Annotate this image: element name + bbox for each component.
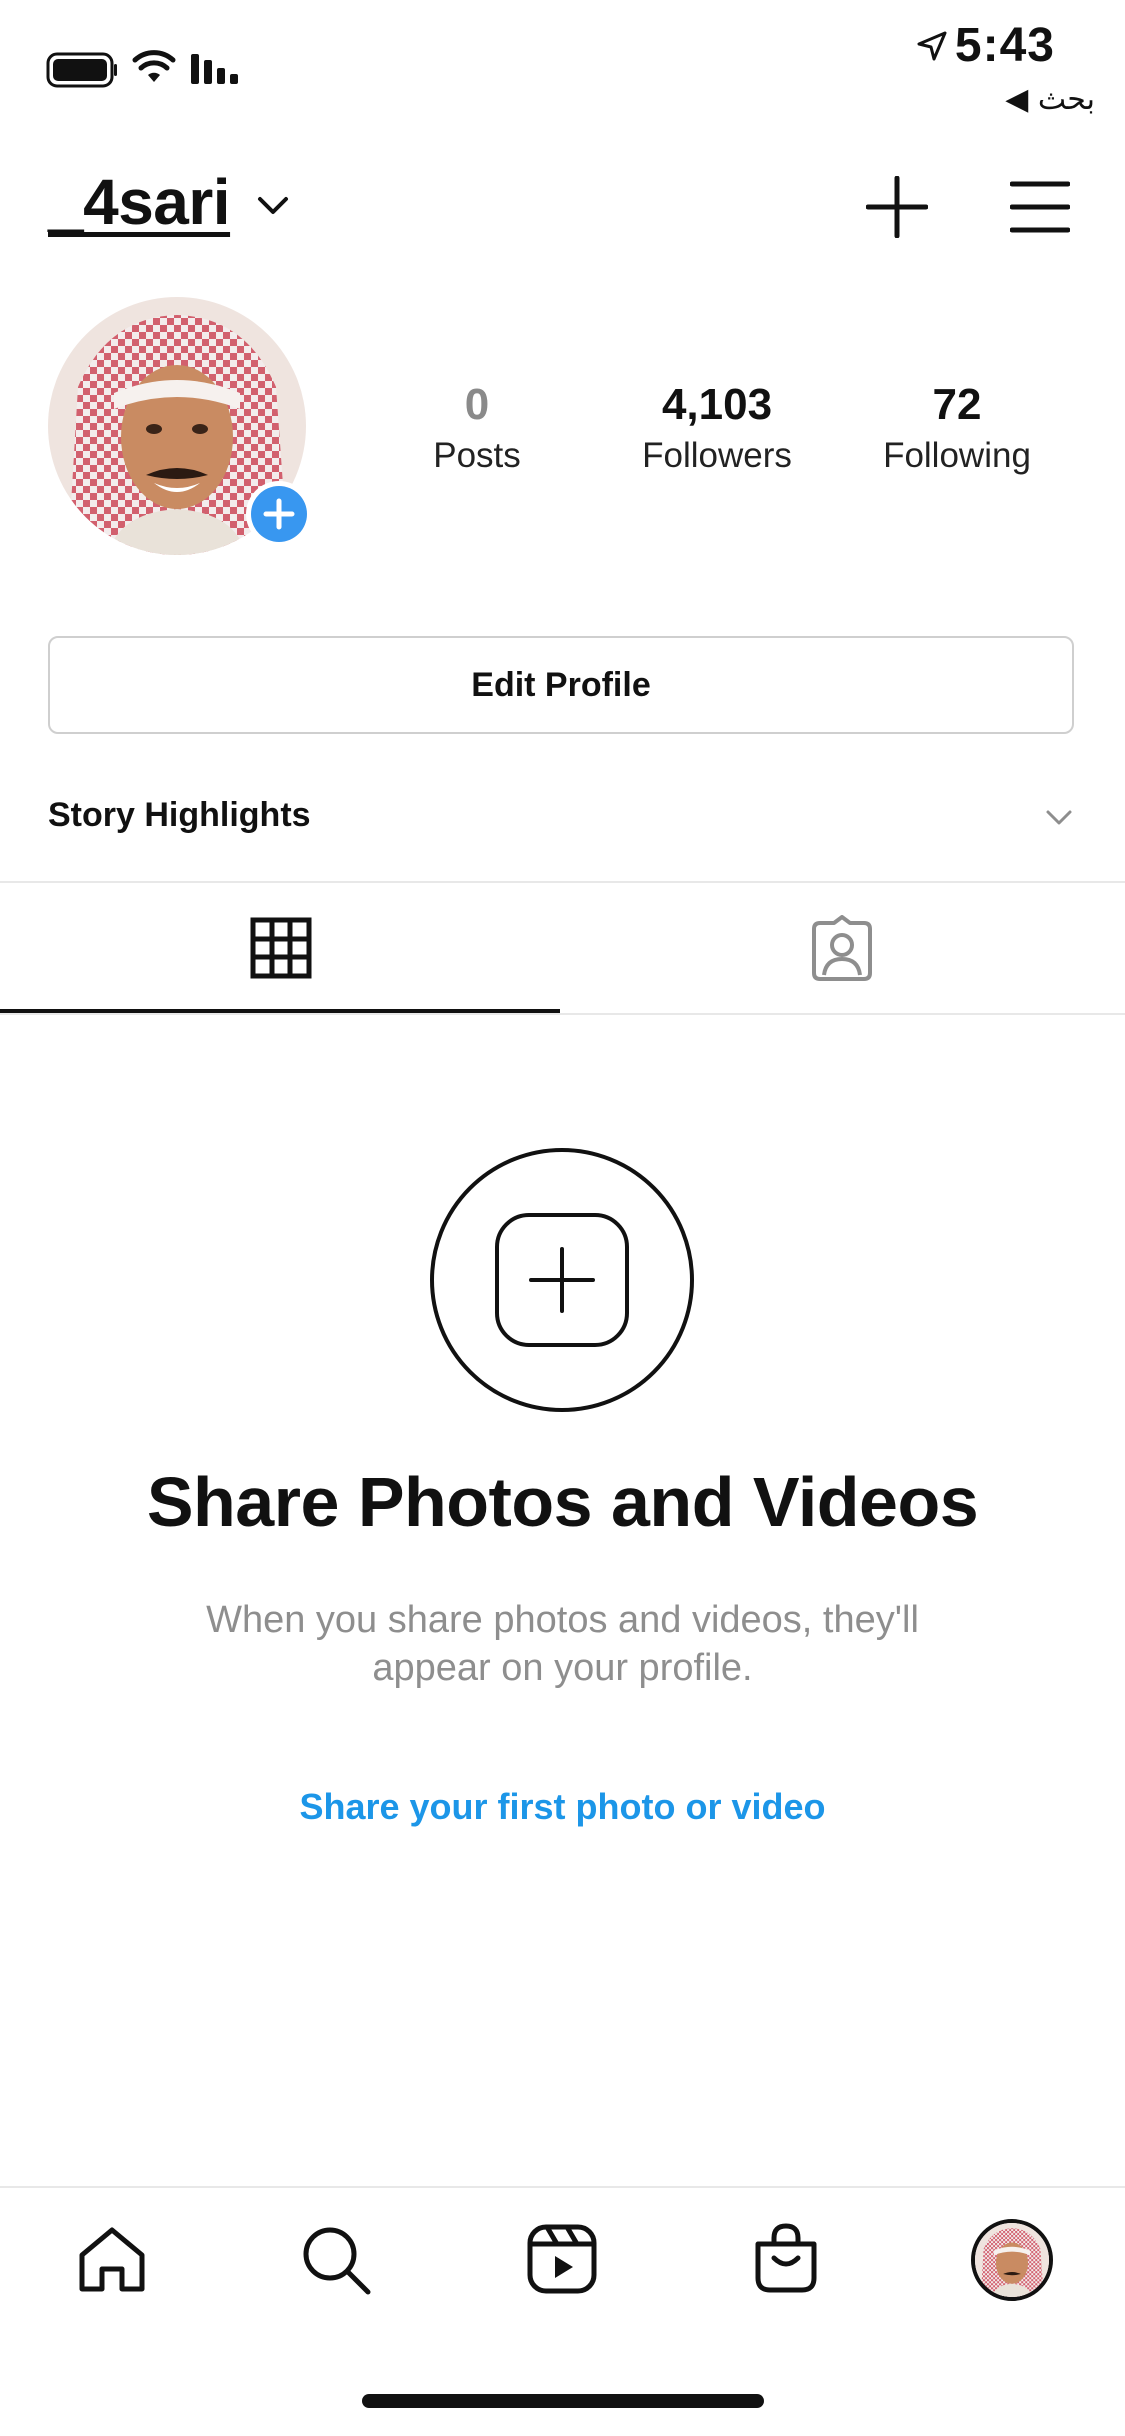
stat-following[interactable]: 72 Following [842, 376, 1072, 478]
bottom-nav-divider [0, 2186, 1125, 2188]
location-arrow-icon [917, 31, 947, 61]
search-icon[interactable] [300, 2224, 372, 2296]
add-story-plus-icon[interactable] [244, 479, 314, 549]
edit-profile-button[interactable]: Edit Profile [48, 636, 1074, 734]
stat-followers-label: Followers [642, 436, 792, 475]
signal-icon [191, 54, 238, 84]
username-title[interactable]: _4sari [48, 165, 231, 239]
tabs-divider [0, 1013, 1125, 1015]
back-to-search-link[interactable]: ◀ بحث [1005, 82, 1095, 117]
reels-icon[interactable] [527, 2224, 597, 2294]
stat-posts-count: 0 [464, 380, 490, 429]
shop-icon[interactable] [752, 2222, 820, 2294]
story-highlights-label[interactable]: Story Highlights [48, 796, 311, 835]
battery-icon [46, 52, 117, 88]
share-first-photo-link[interactable]: Share your first photo or video [0, 1786, 1125, 1828]
plus-icon[interactable] [866, 176, 928, 238]
empty-state-title: Share Photos and Videos [146, 1463, 979, 1541]
stat-following-count: 72 [932, 380, 982, 429]
status-time: 5:43 [954, 19, 1055, 72]
stat-following-label: Following [883, 436, 1031, 475]
stat-followers[interactable]: 4,103 Followers [602, 376, 832, 478]
section-divider [0, 881, 1125, 883]
empty-state-description: When you share photos and videos, they'l… [206, 1599, 919, 1689]
add-post-icon[interactable] [428, 1146, 696, 1414]
home-indicator[interactable] [362, 2394, 764, 2408]
wifi-icon [132, 50, 176, 82]
stat-followers-count: 4,103 [661, 380, 773, 429]
grid-icon[interactable] [250, 917, 312, 979]
stat-posts-label: Posts [433, 436, 521, 475]
chevron-down-icon[interactable] [256, 194, 290, 218]
home-icon[interactable] [76, 2225, 148, 2295]
menu-icon[interactable] [1010, 180, 1070, 234]
tagged-icon[interactable] [808, 915, 876, 983]
highlights-chevron-down-icon[interactable] [1044, 808, 1074, 828]
profile-tab-avatar[interactable] [971, 2219, 1053, 2301]
stat-posts[interactable]: 0 Posts [362, 376, 592, 478]
